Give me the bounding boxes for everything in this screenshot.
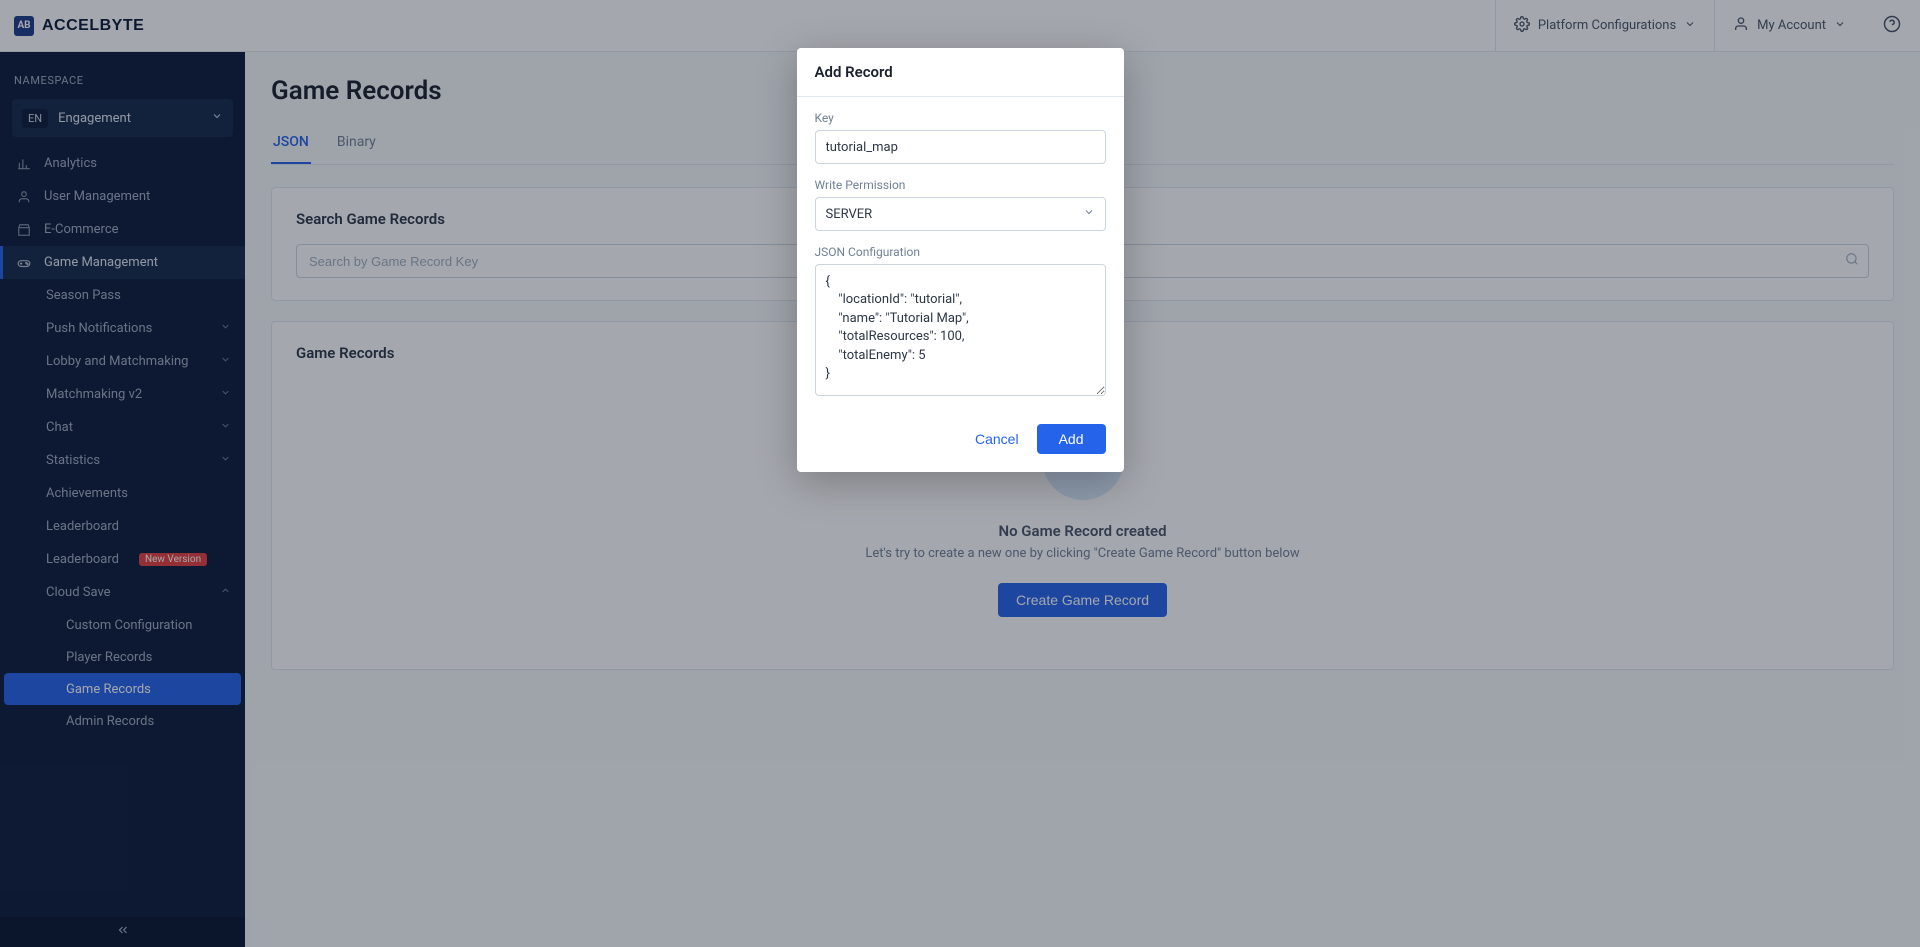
add-record-modal: Add Record Key Write Permission SERVER J…: [797, 48, 1124, 472]
write-permission-label: Write Permission: [815, 178, 1106, 192]
modal-title: Add Record: [797, 48, 1124, 97]
json-config-label: JSON Configuration: [815, 245, 1106, 259]
key-input[interactable]: [815, 130, 1106, 164]
chevron-down-icon: [1083, 206, 1095, 222]
write-permission-value: SERVER: [826, 207, 873, 222]
json-config-textarea[interactable]: [815, 264, 1106, 396]
cancel-button[interactable]: Cancel: [975, 431, 1019, 447]
key-label: Key: [815, 111, 1106, 125]
write-permission-select[interactable]: SERVER: [815, 197, 1106, 231]
modal-overlay[interactable]: Add Record Key Write Permission SERVER J…: [0, 0, 1920, 947]
add-button[interactable]: Add: [1037, 424, 1106, 454]
